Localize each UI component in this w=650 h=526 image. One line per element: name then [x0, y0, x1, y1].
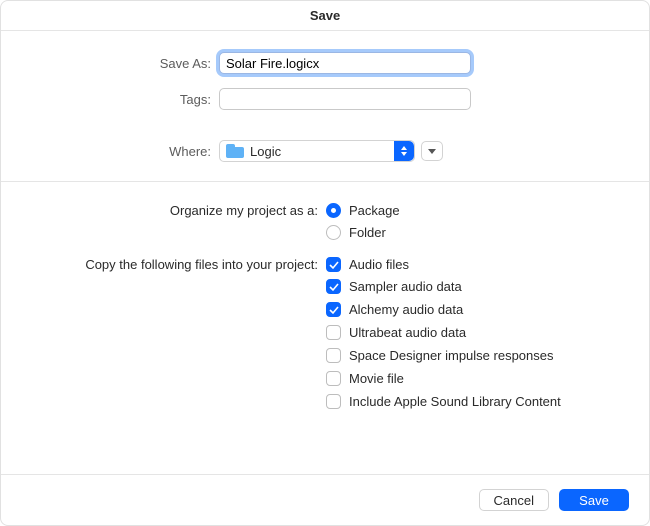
save-button[interactable]: Save: [559, 489, 629, 511]
updown-arrows-icon: [394, 141, 414, 161]
checkbox-audio-files[interactable]: [326, 257, 341, 272]
tags-label: Tags:: [1, 92, 219, 107]
where-label: Where:: [1, 144, 219, 159]
save-dialog: Save Save As: Tags: Where: Logic: [0, 0, 650, 526]
section-options: Organize my project as a: Package Folder…: [1, 182, 649, 474]
radio-package-label: Package: [349, 203, 400, 218]
checkbox-audio-files-label: Audio files: [349, 257, 409, 272]
checkbox-sampler-audio[interactable]: [326, 279, 341, 294]
dialog-footer: Cancel Save: [1, 474, 649, 525]
organize-label: Organize my project as a:: [1, 203, 326, 218]
checkbox-space-designer-label: Space Designer impulse responses: [349, 348, 554, 363]
chevron-down-icon: [428, 149, 436, 154]
checkbox-ultrabeat-audio[interactable]: [326, 325, 341, 340]
expand-disclosure-button[interactable]: [421, 141, 443, 161]
radio-package[interactable]: [326, 203, 341, 218]
check-icon: [329, 260, 339, 270]
section-file-fields: Save As: Tags:: [1, 31, 649, 129]
checkbox-sampler-audio-label: Sampler audio data: [349, 279, 462, 294]
radio-folder[interactable]: [326, 225, 341, 240]
save-as-input[interactable]: [219, 52, 471, 74]
checkbox-apple-sound-library-label: Include Apple Sound Library Content: [349, 394, 561, 409]
checkbox-movie-file[interactable]: [326, 371, 341, 386]
checkbox-ultrabeat-audio-label: Ultrabeat audio data: [349, 325, 466, 340]
where-value: Logic: [250, 144, 281, 159]
cancel-button[interactable]: Cancel: [479, 489, 549, 511]
save-as-label: Save As:: [1, 56, 219, 71]
tags-input[interactable]: [219, 88, 471, 110]
check-icon: [329, 282, 339, 292]
checkbox-apple-sound-library[interactable]: [326, 394, 341, 409]
section-where: Where: Logic: [1, 129, 649, 182]
checkbox-movie-file-label: Movie file: [349, 371, 404, 386]
where-popup[interactable]: Logic: [219, 140, 415, 162]
checkbox-alchemy-audio-label: Alchemy audio data: [349, 302, 463, 317]
folder-icon: [226, 144, 244, 158]
window-title: Save: [1, 1, 649, 31]
check-icon: [329, 305, 339, 315]
copy-files-label: Copy the following files into your proje…: [1, 257, 326, 272]
radio-folder-label: Folder: [349, 225, 386, 240]
checkbox-space-designer[interactable]: [326, 348, 341, 363]
checkbox-alchemy-audio[interactable]: [326, 302, 341, 317]
